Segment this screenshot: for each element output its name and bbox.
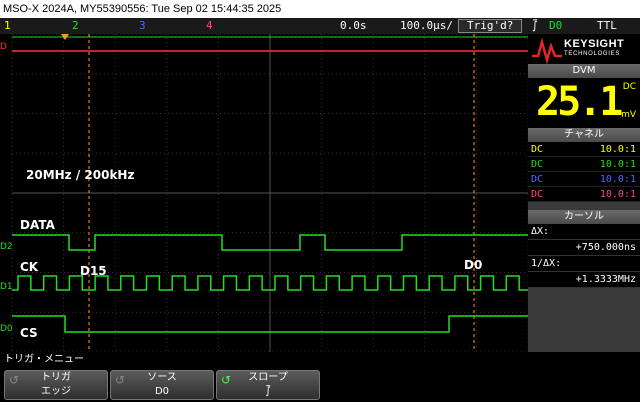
brand-logo: KEYSIGHT TECHNOLOGIES bbox=[528, 34, 640, 64]
waveform-display[interactable]: D D2 D1 D0 20MHz / 200kHz DATA CK D15 D0… bbox=[0, 34, 528, 352]
channel-row-4: DC 10.0:1 bbox=[528, 187, 640, 202]
dvm-header[interactable]: DVM bbox=[528, 64, 640, 78]
channel-row-2: DC 10.0:1 bbox=[528, 157, 640, 172]
brand-name: KEYSIGHT bbox=[564, 38, 625, 50]
dvm-value: 25.1 bbox=[536, 79, 623, 125]
channel-header[interactable]: チャネル bbox=[528, 128, 640, 142]
channel-4-indicator[interactable]: 4 bbox=[206, 18, 213, 34]
status-bar: 1 2 3 4 0.0s 100.0μs/ Trig'd? ⨛ D0 TTL bbox=[0, 18, 640, 34]
trigger-source[interactable]: D0 bbox=[549, 18, 562, 34]
delta-x-value-row: +750.000ns bbox=[528, 240, 640, 256]
trigger-slope-icon: ⨛ bbox=[532, 19, 538, 32]
inverse-delta-x-value-row: +1.3333MHz bbox=[528, 272, 640, 288]
cycle-icon: ↺ bbox=[115, 373, 126, 387]
right-info-panel: KEYSIGHT TECHNOLOGIES DVM 25.1 DC mV チャネ… bbox=[528, 34, 640, 352]
cursor-d15-label: D15 bbox=[80, 264, 107, 278]
timebase-readout[interactable]: 100.0μs/ bbox=[400, 18, 453, 34]
ck-channel-tag: D1 bbox=[0, 282, 13, 292]
channel-2-indicator[interactable]: 2 bbox=[72, 18, 79, 34]
data-signal-label: DATA bbox=[20, 218, 55, 232]
cycle-icon: ↺ bbox=[221, 373, 232, 387]
frequency-label: 20MHz / 200kHz bbox=[26, 168, 135, 182]
cursor-d0-label: D0 bbox=[464, 258, 483, 272]
ck-signal-label: CK bbox=[20, 260, 39, 274]
cycle-icon: ↺ bbox=[9, 373, 20, 387]
data-channel-tag: D2 bbox=[0, 242, 13, 252]
dvm-readout: 25.1 DC mV bbox=[528, 78, 640, 128]
brand-subtitle: TECHNOLOGIES bbox=[564, 51, 621, 57]
delta-x-label: ΔX: bbox=[528, 224, 640, 240]
window-title: MSO-X 2024A, MY55390556: Tue Sep 02 15:4… bbox=[0, 0, 640, 18]
ref-channel-tag: D bbox=[0, 42, 7, 52]
channel-row-3: DC 10.0:1 bbox=[528, 172, 640, 187]
softkey-menu-title: トリガ・メニュー bbox=[0, 352, 640, 368]
channel-1-indicator[interactable]: 1 bbox=[4, 18, 11, 34]
delay-readout[interactable]: 0.0s bbox=[340, 18, 367, 34]
delta-x-value: +750.000ns bbox=[575, 242, 636, 253]
cs-signal-label: CS bbox=[20, 326, 38, 340]
trigger-slope-softkey[interactable]: ↺ スロープ ⨛ bbox=[216, 370, 320, 400]
trigger-status: Trig'd? bbox=[458, 19, 523, 33]
cs-channel-tag: D0 bbox=[0, 324, 13, 334]
trigger-type-softkey[interactable]: ↺ トリガ エッジ bbox=[4, 370, 108, 400]
cursor-readout: ΔX: +750.000ns 1/ΔX: +1.3333MHz bbox=[528, 224, 640, 288]
trigger-source-softkey[interactable]: ↺ ソース D0 bbox=[110, 370, 214, 400]
channel-3-indicator[interactable]: 3 bbox=[139, 18, 146, 34]
trigger-level[interactable]: TTL bbox=[597, 18, 617, 34]
keysight-logo-icon bbox=[532, 37, 562, 64]
inverse-delta-x-value: +1.3333MHz bbox=[575, 274, 636, 285]
dvm-unit: mV bbox=[621, 110, 636, 120]
cursor-header[interactable]: カーソル bbox=[528, 210, 640, 224]
channel-row-1: DC 10.0:1 bbox=[528, 142, 640, 157]
channel-table: DC 10.0:1 DC 10.0:1 DC 10.0:1 DC 10.0:1 bbox=[528, 142, 640, 202]
inverse-delta-x-label: 1/ΔX: bbox=[528, 256, 640, 272]
softkey-bar: ↺ トリガ エッジ ↺ ソース D0 ↺ スロープ ⨛ bbox=[0, 368, 640, 402]
dvm-mode: DC bbox=[622, 82, 636, 92]
waveform-graticule: D D2 D1 D0 bbox=[0, 34, 528, 352]
